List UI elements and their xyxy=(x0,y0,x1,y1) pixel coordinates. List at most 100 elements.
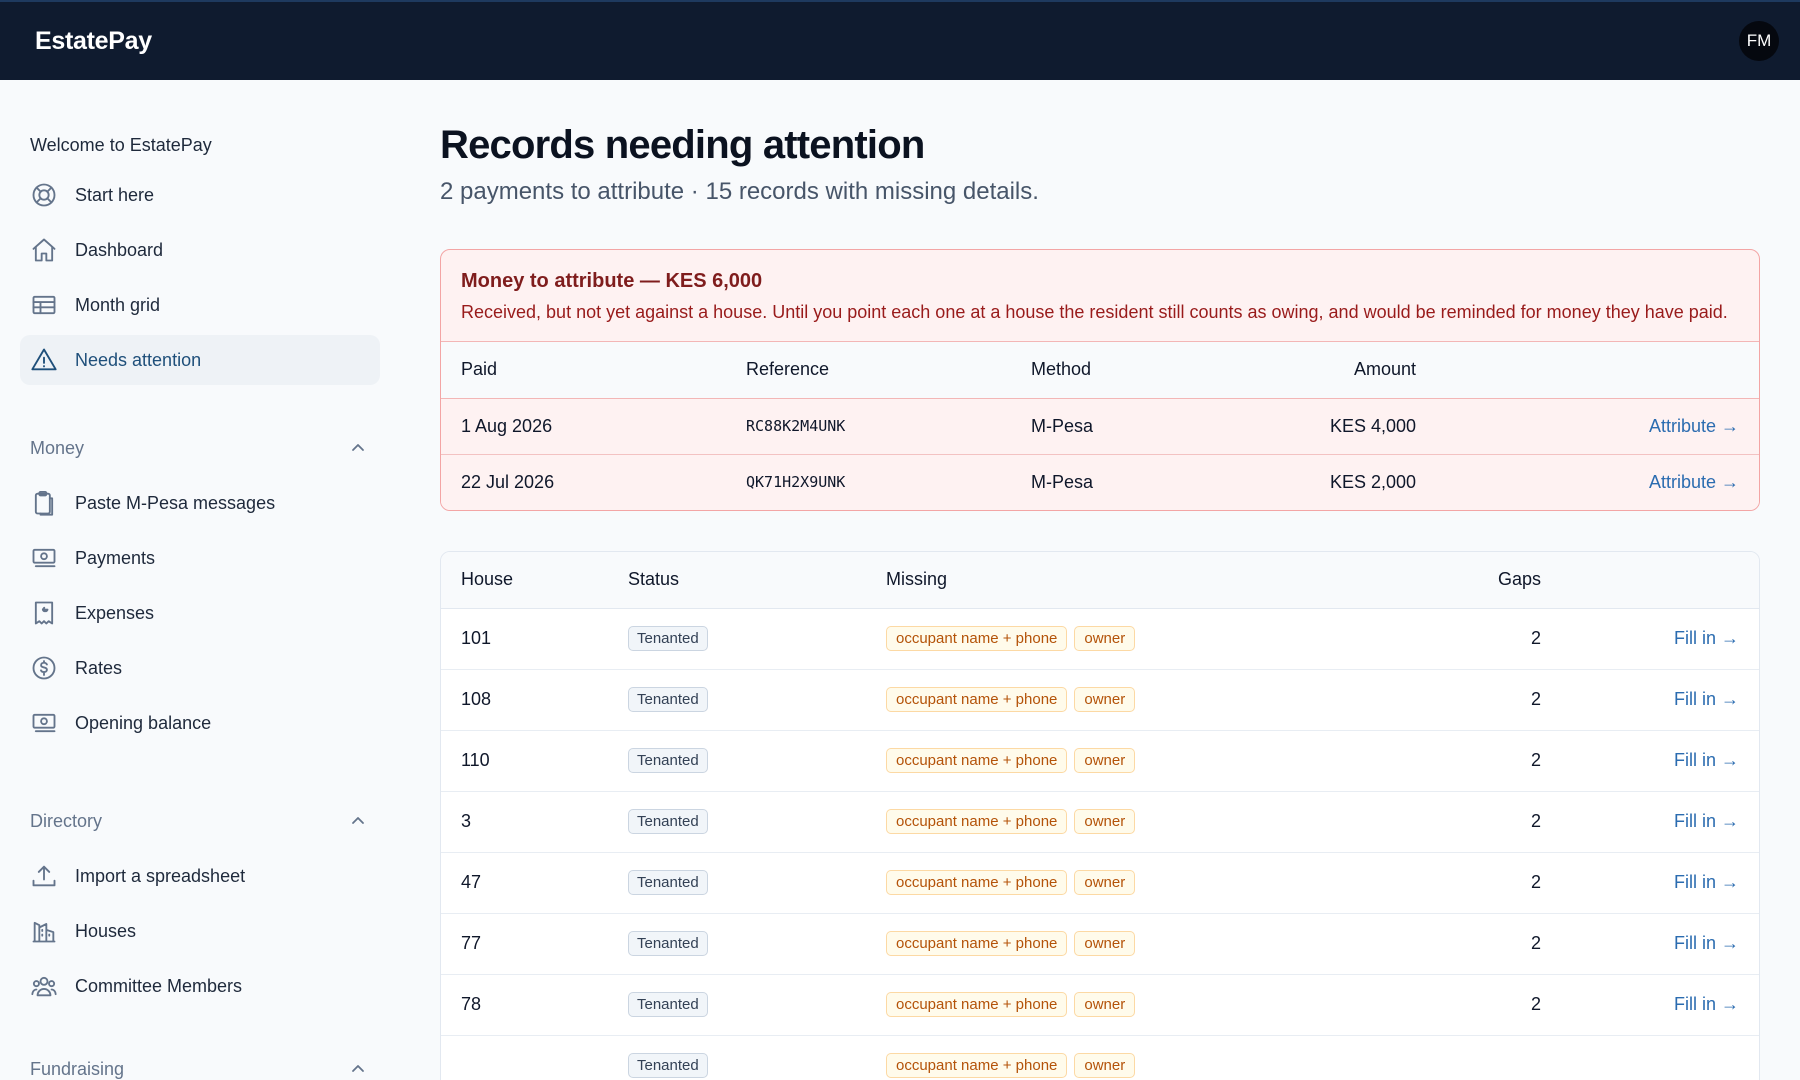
fill-in-link[interactable] xyxy=(1561,1035,1759,1080)
table-icon xyxy=(30,291,58,319)
cell-missing: occupant name + phone owner xyxy=(866,1035,1421,1080)
column-header-house: House xyxy=(441,552,608,609)
sidebar-item-opening-balance[interactable]: Opening balance xyxy=(20,698,380,748)
sidebar-section-label: Money xyxy=(30,437,85,458)
cell-status: Tenanted xyxy=(608,608,866,670)
column-header-status: Status xyxy=(608,552,866,609)
table-row: 1 Aug 2026 RC88K2M4UNK M-Pesa KES 4,000 … xyxy=(441,398,1759,455)
cell-missing: occupant name + phone owner xyxy=(866,730,1421,792)
cell-missing: occupant name + phone owner xyxy=(866,791,1421,853)
cell-house xyxy=(441,1035,608,1080)
cell-status: Tenanted xyxy=(608,852,866,914)
money-to-attribute-card: Money to attribute — KES 6,000 Received,… xyxy=(440,249,1760,511)
fill-in-link[interactable]: Fill in → xyxy=(1561,669,1759,731)
missing-badge: occupant name + phone xyxy=(886,870,1068,895)
sidebar-item-label: Opening balance xyxy=(75,712,212,733)
cell-house: 77 xyxy=(441,913,608,975)
clipboard-icon xyxy=(30,489,58,517)
column-header-method: Method xyxy=(1011,342,1236,399)
sidebar: Welcome to EstatePay Start here Dashboar… xyxy=(0,80,400,1080)
table-row: 22 Jul 2026 QK71H2X9UNK M-Pesa KES 2,000… xyxy=(441,454,1759,510)
table-row: 3 Tenanted occupant name + phone owner 2 … xyxy=(441,791,1759,853)
missing-badge: occupant name + phone xyxy=(886,748,1068,773)
cell-missing: occupant name + phone owner xyxy=(866,974,1421,1036)
main-content: Records needing attention 2 payments to … xyxy=(440,80,1760,1080)
table-row: 101 Tenanted occupant name + phone owner … xyxy=(441,608,1759,670)
cell-reference: RC88K2M4UNK xyxy=(726,398,1011,455)
alert-header: Money to attribute — KES 6,000 Received,… xyxy=(441,250,1759,342)
cell-method: M-Pesa xyxy=(1011,454,1236,510)
page-title: Records needing attention xyxy=(440,123,925,167)
fill-in-link[interactable]: Fill in → xyxy=(1561,730,1759,792)
sidebar-item-committee-members[interactable]: Committee Members xyxy=(20,961,380,1011)
fill-in-link[interactable]: Fill in → xyxy=(1561,791,1759,853)
cell-house: 3 xyxy=(441,791,608,853)
fill-in-link[interactable]: Fill in → xyxy=(1561,974,1759,1036)
attribute-link[interactable]: Attribute → xyxy=(1436,454,1759,510)
cell-gaps: 2 xyxy=(1421,730,1561,792)
sidebar-item-label: Houses xyxy=(75,920,137,941)
sidebar-item-start-here[interactable]: Start here xyxy=(20,170,380,220)
missing-details-table: House Status Missing Gaps 101 Tenanted o… xyxy=(441,552,1759,1080)
status-badge: Tenanted xyxy=(628,870,708,895)
cell-status: Tenanted xyxy=(608,791,866,853)
brand-logo[interactable]: EstatePay xyxy=(35,27,152,56)
page-subtitle: 2 payments to attribute · 15 records wit… xyxy=(440,178,1039,205)
sidebar-item-rates[interactable]: Rates xyxy=(20,643,380,693)
missing-badge: owner xyxy=(1074,809,1136,834)
sidebar-section-label: Directory xyxy=(30,810,103,831)
cell-status: Tenanted xyxy=(608,974,866,1036)
sidebar-section-fundraising[interactable]: Fundraising xyxy=(20,1044,380,1080)
sidebar-section-directory[interactable]: Directory xyxy=(20,796,380,846)
fill-in-link[interactable]: Fill in → xyxy=(1561,608,1759,670)
sidebar-welcome-heading: Welcome to EstatePay xyxy=(30,135,212,155)
upload-icon xyxy=(30,862,58,890)
cell-reference: QK71H2X9UNK xyxy=(726,454,1011,510)
missing-badge: owner xyxy=(1074,870,1136,895)
cell-house: 47 xyxy=(441,852,608,914)
missing-badge: occupant name + phone xyxy=(886,626,1068,651)
lifebuoy-icon xyxy=(30,181,58,209)
cell-gaps: 2 xyxy=(1421,852,1561,914)
cell-paid: 22 Jul 2026 xyxy=(441,454,726,510)
sidebar-item-label: Start here xyxy=(75,184,155,205)
sidebar-section-money[interactable]: Money xyxy=(20,423,380,473)
cell-status: Tenanted xyxy=(608,669,866,731)
attribute-link[interactable]: Attribute → xyxy=(1436,398,1759,455)
sidebar-item-label: Dashboard xyxy=(75,239,164,260)
missing-badge: occupant name + phone xyxy=(886,687,1068,712)
sidebar-item-expenses[interactable]: Expenses xyxy=(20,588,380,638)
cell-status: Tenanted xyxy=(608,913,866,975)
sidebar-item-import-spreadsheet[interactable]: Import a spreadsheet xyxy=(20,851,380,901)
column-header-reference: Reference xyxy=(726,342,1011,399)
table-row: 47 Tenanted occupant name + phone owner 2… xyxy=(441,852,1759,914)
fill-in-link[interactable]: Fill in → xyxy=(1561,852,1759,914)
cell-missing: occupant name + phone owner xyxy=(866,608,1421,670)
sidebar-item-needs-attention[interactable]: Needs attention xyxy=(20,335,380,385)
missing-details-card: House Status Missing Gaps 101 Tenanted o… xyxy=(440,551,1760,1080)
cell-gaps: 2 xyxy=(1421,669,1561,731)
fill-in-link[interactable]: Fill in → xyxy=(1561,913,1759,975)
chevron-up-icon xyxy=(352,1065,364,1072)
banknote-icon xyxy=(30,709,58,737)
cell-gaps: 2 xyxy=(1421,913,1561,975)
alert-title: Money to attribute — KES 6,000 xyxy=(461,270,763,292)
sidebar-item-payments[interactable]: Payments xyxy=(20,533,380,583)
warning-icon xyxy=(30,346,58,374)
missing-badge: occupant name + phone xyxy=(886,931,1068,956)
cell-gaps xyxy=(1421,1035,1561,1080)
sidebar-section-label: Fundraising xyxy=(30,1058,125,1079)
column-header-paid: Paid xyxy=(441,342,726,399)
sidebar-item-dashboard[interactable]: Dashboard xyxy=(20,225,380,275)
sidebar-item-month-grid[interactable]: Month grid xyxy=(20,280,380,330)
status-badge: Tenanted xyxy=(628,626,708,651)
sidebar-item-paste-mpesa[interactable]: Paste M-Pesa messages xyxy=(20,478,380,528)
banknote-icon xyxy=(30,544,58,572)
sidebar-item-label: Payments xyxy=(75,547,156,568)
sidebar-item-label: Rates xyxy=(75,657,123,678)
user-avatar[interactable]: FM xyxy=(1739,21,1779,61)
sidebar-item-houses[interactable]: Houses xyxy=(20,906,380,956)
chevron-up-icon xyxy=(352,444,364,451)
dollar-icon xyxy=(30,654,58,682)
missing-badge: occupant name + phone xyxy=(886,992,1068,1017)
